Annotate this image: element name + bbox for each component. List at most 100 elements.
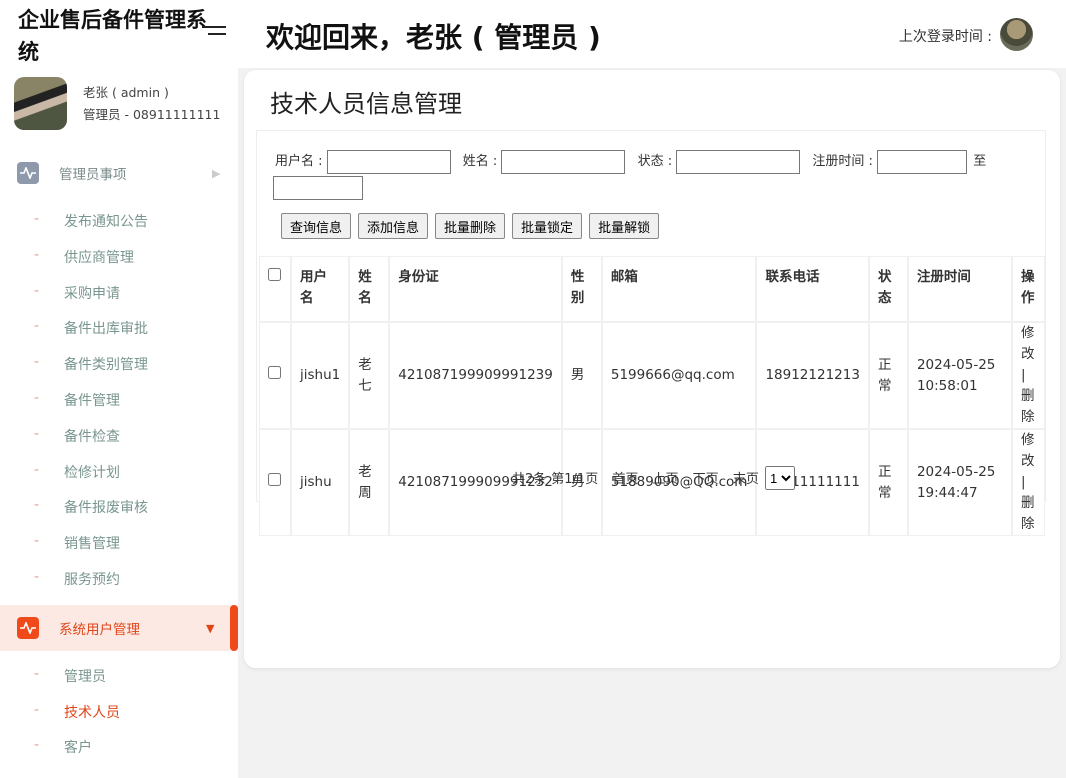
username-label: 用户名 :: [275, 154, 323, 169]
col-status: 状态: [868, 256, 908, 322]
sidebar-item-label: 服务预约: [64, 572, 120, 588]
sidebar-item-label: 备件检查: [64, 428, 120, 445]
sidebar-item-label: 销售管理: [64, 536, 120, 553]
sidebar-item[interactable]: - 供应商管理: [0, 243, 238, 273]
query-button[interactable]: 查询信息: [281, 213, 352, 239]
regtime-end-input[interactable]: [273, 175, 363, 200]
sidebar-item[interactable]: - 采购申请: [0, 279, 238, 309]
cell-gender: 男: [561, 322, 602, 429]
col-gender: 性别: [561, 256, 602, 322]
name-label: 姓名 :: [462, 154, 498, 169]
col-email: 邮箱: [601, 256, 757, 322]
col-username: 用户名: [290, 256, 350, 322]
page-select[interactable]: 1: [764, 466, 795, 490]
batch-delete-button[interactable]: 批量删除: [435, 213, 506, 239]
sidebar-item[interactable]: - 检修计划: [0, 458, 238, 488]
sidebar-group-admin[interactable]: 管理员事项 ▶: [0, 150, 238, 196]
sidebar-item[interactable]: - 备件类别管理: [0, 350, 238, 380]
dash-icon: -: [34, 533, 40, 550]
avatar: [14, 77, 67, 130]
cell-email: 5199666@qq.com: [601, 322, 757, 429]
pagination: 共2条 第1/1页 首页 上页 下页 末页 1: [257, 466, 1045, 490]
next-page-link[interactable]: 下页: [693, 472, 719, 487]
sidebar-item[interactable]: - 发布通知公告: [0, 207, 238, 237]
welcome-heading: 欢迎回来，老张 ( 管理员 ): [266, 21, 601, 54]
active-indicator: [230, 605, 238, 651]
dash-icon: -: [34, 666, 40, 682]
delete-link[interactable]: 删除: [1021, 388, 1035, 425]
dash-icon: -: [34, 318, 40, 335]
cell-id: 421087199909991239: [389, 322, 562, 429]
sidebar-item-label: 发布通知公告: [64, 214, 148, 230]
page-info: 第1/1页: [551, 471, 599, 487]
dash-icon: -: [34, 211, 40, 227]
col-actions: 操作: [1011, 256, 1046, 322]
sidebar-item[interactable]: - 备件出库审批: [0, 314, 238, 344]
sidebar-group-system-users[interactable]: 系统用户管理 ▼: [0, 605, 238, 651]
last-page-link[interactable]: 末页: [733, 472, 759, 487]
delete-link[interactable]: 删除: [1021, 495, 1035, 532]
first-page-link[interactable]: 首页: [612, 472, 638, 487]
dash-icon: -: [34, 390, 40, 406]
dash-icon: -: [34, 461, 40, 478]
dash-icon: -: [34, 282, 40, 299]
table-row: jishu1 老七 421087199909991239 男 5199666@q…: [259, 322, 1046, 429]
content-card: 技术人员信息管理 用户名 : 姓名 : 状态 : 注册时间 : 至 查询信息 添加…: [244, 70, 1060, 668]
sidebar-item-label: 备件出库审批: [64, 321, 148, 338]
sidebar-item[interactable]: - 备件管理: [0, 386, 238, 416]
dash-icon: -: [34, 737, 40, 753]
dash-icon: -: [34, 354, 40, 371]
cell-phone: 18912121213: [756, 322, 869, 429]
dash-icon: -: [34, 246, 40, 263]
user-name: 老张 ( admin ): [83, 85, 169, 100]
sidebar-item[interactable]: - 管理员: [0, 662, 238, 692]
sidebar-item[interactable]: - 技术人员: [0, 698, 238, 728]
edit-link[interactable]: 修改 |: [1021, 325, 1035, 383]
header-avatar[interactable]: [1000, 18, 1033, 51]
sidebar-item[interactable]: - 客户: [0, 733, 238, 763]
activity-icon: [17, 162, 39, 184]
sidebar-item-label: 客户: [64, 740, 92, 756]
regtime-start-input[interactable]: [877, 149, 968, 174]
sidebar-item[interactable]: - 备件报废审核: [0, 493, 238, 523]
sidebar-item-label: 检修计划: [64, 464, 120, 481]
cell-username: jishu1: [290, 322, 350, 429]
sidebar: 老张 ( admin ) 管理员 - 08911111111 管理员事项 ▶ -…: [0, 68, 238, 778]
menu-toggle-icon[interactable]: [202, 26, 226, 40]
dash-icon: -: [34, 569, 40, 585]
username-input[interactable]: [326, 149, 451, 174]
status-input[interactable]: [676, 149, 801, 174]
add-button[interactable]: 添加信息: [358, 213, 429, 239]
name-input[interactable]: [501, 149, 626, 174]
user-role: 管理员 - 08911111111: [83, 107, 221, 122]
sidebar-group-label: 管理员事项: [59, 167, 127, 183]
dash-icon: -: [34, 497, 40, 514]
sidebar-item-label: 备件管理: [64, 393, 120, 409]
cell-status: 正常: [868, 322, 908, 429]
sidebar-item[interactable]: - 备件检查: [0, 422, 238, 452]
regtime-label: 注册时间 :: [812, 154, 873, 169]
sidebar-item-label: 备件类别管理: [64, 357, 148, 374]
batch-lock-button[interactable]: 批量锁定: [512, 213, 583, 239]
last-login-label: 上次登录时间 :: [898, 29, 992, 45]
action-buttons: 查询信息 添加信息 批量删除 批量锁定 批量解锁: [281, 213, 666, 239]
top-bar: 企业售后备件管理系统 欢迎回来，老张 ( 管理员 ) 上次登录时间 :: [0, 0, 1066, 68]
technician-table: 用户名 姓名 身份证 性别 邮箱 联系电话 状态 注册时间 操作 jishu1 …: [258, 255, 1046, 537]
row-checkbox[interactable]: [268, 366, 281, 379]
page-title: 技术人员信息管理: [270, 90, 462, 118]
sidebar-item-label: 供应商管理: [64, 249, 134, 266]
sidebar-item[interactable]: - 销售管理: [0, 529, 238, 559]
batch-unlock-button[interactable]: 批量解锁: [589, 213, 660, 239]
col-phone: 联系电话: [756, 256, 869, 322]
reg-time: 10:58:01: [916, 377, 978, 394]
sidebar-item-label: 备件报废审核: [64, 500, 148, 517]
select-all-checkbox[interactable]: [268, 268, 281, 281]
sidebar-item-label: 管理员: [64, 669, 106, 685]
prev-page-link[interactable]: 上页: [653, 472, 679, 487]
sidebar-item[interactable]: - 服务预约: [0, 565, 238, 595]
col-name: 姓名: [349, 256, 390, 322]
filter-form: 用户名 : 姓名 : 状态 : 注册时间 : 至: [273, 149, 1035, 201]
app-title: 企业售后备件管理系统: [18, 8, 207, 64]
dash-icon: -: [34, 425, 40, 442]
status-label: 状态 :: [637, 154, 673, 169]
